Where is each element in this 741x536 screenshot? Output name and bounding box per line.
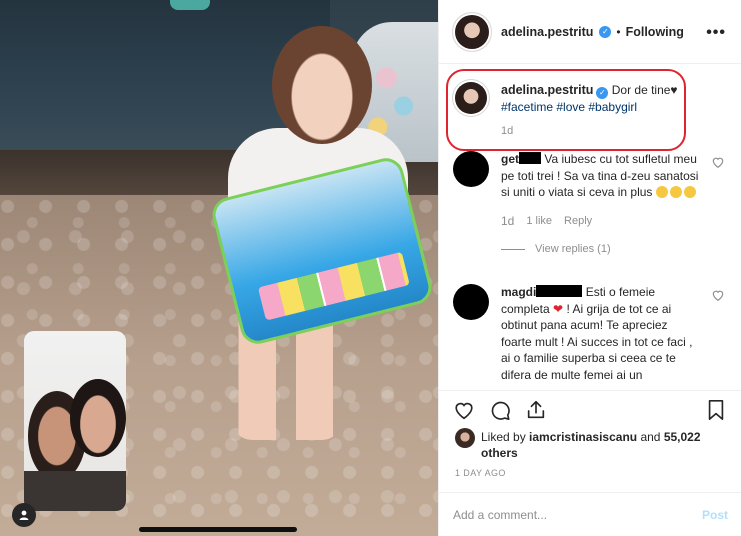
caption-hashtags[interactable]: #facetime #love #babygirl (501, 100, 637, 114)
header-names: adelina.pestritu ✓ • Following (501, 25, 684, 39)
caption-time[interactable]: 1d (501, 123, 711, 139)
facetime-pip (24, 331, 126, 511)
comment-likes[interactable]: 1 like (526, 213, 552, 230)
likes-and: and (640, 430, 661, 444)
post-sidebar: adelina.pestritu ✓ • Following ••• adeli… (438, 0, 741, 536)
view-replies-label: View replies (1) (535, 243, 611, 255)
emoji-icon (669, 186, 682, 198)
comment-input[interactable] (453, 507, 702, 522)
header-separator: • (616, 24, 621, 39)
post-actions: Liked by iamcristinasiscanu and 55,022 o… (439, 390, 741, 500)
redaction-bar (536, 285, 583, 297)
comment-body: get Va iubesc cu tot sufletul meu pe tot… (501, 151, 701, 258)
avatar[interactable] (455, 14, 489, 49)
view-replies-line (501, 248, 525, 250)
header-username[interactable]: adelina.pestritu (501, 25, 593, 39)
following-button[interactable]: Following (626, 25, 684, 39)
add-comment-bar: Post (439, 492, 741, 536)
avatar[interactable] (453, 151, 489, 187)
post-timestamp[interactable]: 1 DAY AGO (455, 468, 506, 478)
emoji-icon (655, 186, 668, 198)
comment-username[interactable]: get (501, 152, 519, 166)
verified-badge-icon: ✓ (596, 87, 609, 99)
verified-badge-icon: ✓ (599, 25, 612, 38)
post-photo[interactable] (0, 0, 438, 536)
heart-icon[interactable] (453, 399, 475, 421)
pip-face-woman (70, 379, 126, 457)
view-replies-button[interactable]: View replies (1) (501, 241, 701, 258)
post-header: adelina.pestritu ✓ • Following ••• (439, 0, 741, 64)
comment-like-icon[interactable] (711, 288, 725, 302)
comment-time[interactable]: 1d (501, 213, 514, 230)
photo-toy-piano-keys (257, 251, 410, 321)
comments-list[interactable]: adelina.pestritu ✓ Dor de tine♥ #facetime… (439, 64, 741, 390)
comment-icon[interactable] (489, 399, 511, 421)
heart-emoji-icon: ❤ (553, 301, 564, 316)
photo-scrollbar[interactable] (139, 527, 297, 532)
avatar[interactable] (453, 284, 489, 320)
comment-username[interactable]: magdi (501, 285, 536, 299)
caption-body: adelina.pestritu ✓ Dor de tine♥ #facetime… (501, 82, 711, 139)
comment-like-icon[interactable] (711, 155, 725, 169)
likes-text: Liked by iamcristinasiscanu and 55,022 o… (481, 429, 711, 461)
bookmark-icon[interactable] (706, 399, 726, 421)
likes-user[interactable]: iamcristinasiscanu (529, 430, 637, 444)
avatar[interactable] (455, 82, 487, 114)
comment-item: get Va iubesc cu tot sufletul meu pe tot… (453, 151, 735, 258)
save-button[interactable] (706, 399, 726, 421)
likes-prefix: Liked by (481, 430, 526, 444)
comment-meta: 1d 1 like Reply (501, 213, 701, 230)
likes-summary: Liked by iamcristinasiscanu and 55,022 o… (455, 428, 711, 461)
photo-child-head (272, 26, 372, 144)
caption-text: Dor de tine♥ (611, 83, 678, 97)
caption-username[interactable]: adelina.pestritu (501, 83, 593, 97)
comment-body: magdi Esti o femeie completa ❤ ! Ai grij… (501, 284, 701, 383)
post-comment-button[interactable]: Post (702, 508, 728, 522)
reply-button[interactable]: Reply (564, 213, 592, 230)
user-tag-icon[interactable] (12, 503, 36, 527)
pip-shirt (24, 471, 126, 511)
share-icon[interactable] (525, 399, 547, 421)
emoji-icon (683, 186, 696, 198)
avatar[interactable] (455, 428, 475, 448)
more-options-icon[interactable]: ••• (706, 24, 726, 42)
caption: adelina.pestritu ✓ Dor de tine♥ #facetime… (455, 82, 725, 139)
action-icons (453, 399, 547, 421)
comment-item: magdi Esti o femeie completa ❤ ! Ai grij… (453, 284, 735, 383)
photo-toy (170, 0, 210, 10)
redaction-bar (519, 152, 541, 164)
